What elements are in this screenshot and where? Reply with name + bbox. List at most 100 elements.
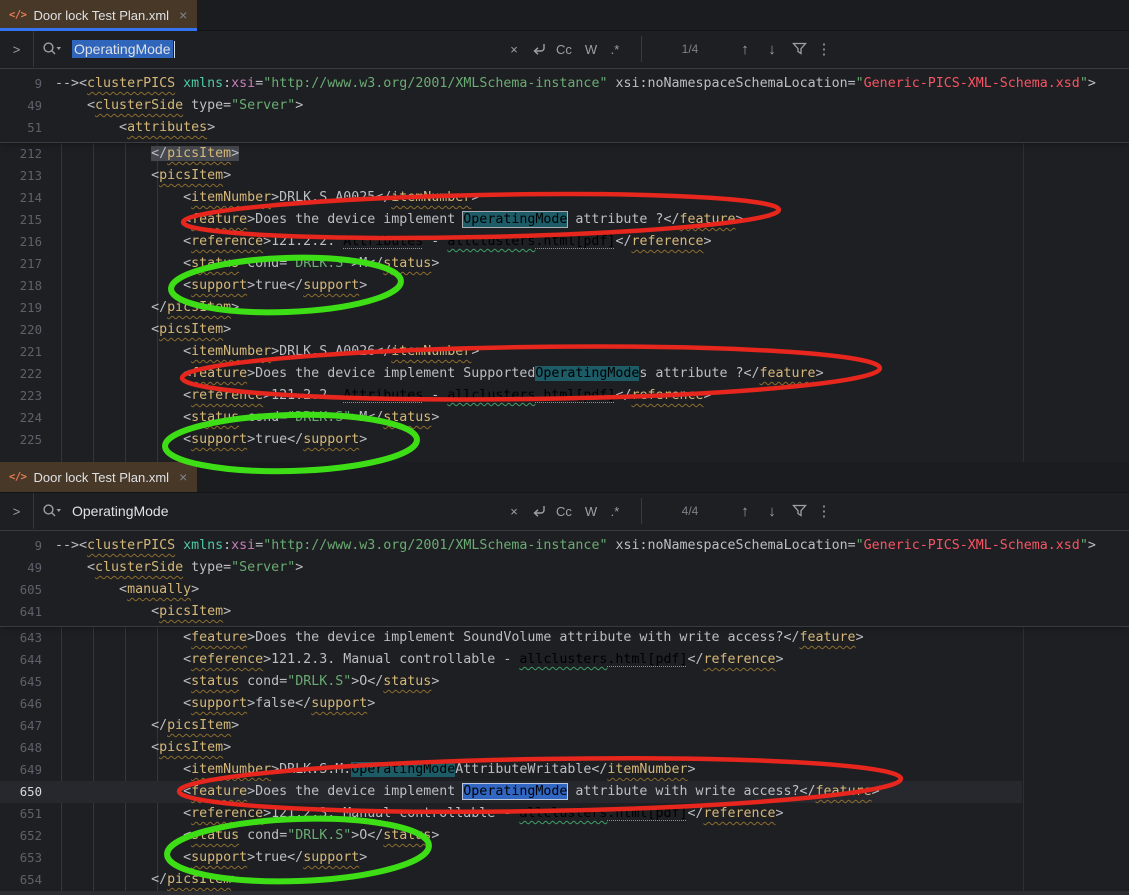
next-match-icon[interactable]: ↓ [761,31,783,67]
code-segment: = [848,76,856,91]
tab-close-icon[interactable]: × [179,8,187,22]
line-number[interactable]: 49 [0,95,55,117]
code-line[interactable]: 605 <manually> [0,579,1129,601]
line-number[interactable]: 9 [0,535,55,557]
tab-close-icon[interactable]: × [179,470,187,484]
next-match-icon[interactable]: ↓ [761,493,783,529]
code-line[interactable]: 224 <status cond="DRLK.S">M</status> [0,407,1129,429]
line-number[interactable]: 652 [0,825,55,847]
line-number[interactable]: 219 [0,297,55,319]
line-number[interactable]: 223 [0,385,55,407]
code-line[interactable]: 221 <itemNumber>DRLK.S.A0026</itemNumber… [0,341,1129,363]
code-line[interactable]: 217 <status cond="DRLK.S">M</status> [0,253,1129,275]
code-line[interactable]: 651 <reference>121.2.3. Manual controlla… [0,803,1129,825]
line-number[interactable]: 654 [0,869,55,891]
words-toggle[interactable]: W [580,493,602,529]
code-line[interactable]: 51 <attributes> [0,117,1129,139]
words-toggle[interactable]: W [580,31,602,67]
line-number[interactable]: 647 [0,715,55,737]
regex-toggle[interactable]: .* [604,31,626,67]
code-line[interactable]: 644 <reference>121.2.3. Manual controlla… [0,649,1129,671]
code-line[interactable]: 214 <itemNumber>DRLK.S.A0025</itemNumber… [0,187,1129,209]
line-number[interactable]: 643 [0,627,55,649]
line-number[interactable]: 215 [0,209,55,231]
newline-icon[interactable] [528,31,550,67]
code-line[interactable]: 646 <support>false</support> [0,693,1129,715]
code-line[interactable]: 218 <support>true</support> [0,275,1129,297]
editor-tab[interactable]: </> Door lock Test Plan.xml × [0,462,197,492]
match-case-toggle[interactable]: Cc [553,31,575,67]
line-number[interactable]: 214 [0,187,55,209]
search-icon[interactable] [42,503,62,519]
prev-match-icon[interactable]: ↑ [734,493,756,529]
code-line[interactable]: 49 <clusterSide type="Server"> [0,557,1129,579]
code-line[interactable]: 222 <feature>Does the device implement S… [0,363,1129,385]
line-number[interactable]: 222 [0,363,55,385]
line-number[interactable]: 49 [0,557,55,579]
code-line[interactable]: 9--><clusterPICS xmlns:xsi="http://www.w… [0,73,1129,95]
code-line[interactable]: 641 <picsItem> [0,601,1129,623]
code-line[interactable]: 654 </picsItem> [0,869,1129,891]
code-line[interactable]: 220 <picsItem> [0,319,1129,341]
editor-panel-top: </> Door lock Test Plan.xml × > Operatin… [0,0,1129,462]
line-number[interactable]: 650 [0,781,55,803]
code-line[interactable]: 648 <picsItem> [0,737,1129,759]
match-case-toggle[interactable]: Cc [553,493,575,529]
newline-icon[interactable] [528,493,550,529]
filter-icon[interactable] [788,31,810,67]
search-expand-icon[interactable]: > [0,31,34,67]
code-line[interactable]: 212 </picsItem> [0,143,1129,165]
line-number[interactable]: 218 [0,275,55,297]
code-line[interactable]: 215 <feature>Does the device implement O… [0,209,1129,231]
search-input[interactable]: OperatingMode [72,493,452,529]
line-number[interactable]: 648 [0,737,55,759]
line-number[interactable]: 225 [0,429,55,451]
more-options-icon[interactable]: ⋮ [813,31,835,67]
regex-toggle[interactable]: .* [604,493,626,529]
line-number[interactable]: 51 [0,117,55,139]
code-line[interactable]: 652 <status cond="DRLK.S">O</status> [0,825,1129,847]
editor-tab[interactable]: </> Door lock Test Plan.xml × [0,0,197,30]
code-segment: : [223,76,231,91]
line-number[interactable]: 605 [0,579,55,601]
line-number[interactable]: 649 [0,759,55,781]
line-number[interactable]: 224 [0,407,55,429]
code-segment: " [856,76,864,91]
clear-search-icon[interactable]: × [503,493,525,529]
code-segment: clusterSide [95,98,183,113]
clear-search-icon[interactable]: × [503,31,525,67]
code-line[interactable]: 649 <itemNumber>DRLK.S.M.OperatingModeAt… [0,759,1129,781]
line-number[interactable]: 641 [0,601,55,623]
line-number[interactable]: 213 [0,165,55,187]
line-number[interactable]: 653 [0,847,55,869]
line-number[interactable]: 220 [0,319,55,341]
line-number[interactable]: 644 [0,649,55,671]
line-number[interactable]: 645 [0,671,55,693]
search-expand-icon[interactable]: > [0,493,34,529]
search-input[interactable]: OperatingMode [72,31,452,67]
code-line[interactable]: 223 <reference>121.2.2. Attributes - all… [0,385,1129,407]
code-line[interactable]: 216 <reference>121.2.2. Attributes - all… [0,231,1129,253]
line-number[interactable]: 646 [0,693,55,715]
line-number[interactable]: 651 [0,803,55,825]
code-line[interactable]: 643 <feature>Does the device implement S… [0,627,1129,649]
code-line[interactable]: 645 <status cond="DRLK.S">O</status> [0,671,1129,693]
search-icon[interactable] [42,41,62,57]
code-segment: >M</ [351,256,383,271]
prev-match-icon[interactable]: ↑ [734,31,756,67]
line-number[interactable]: 9 [0,73,55,95]
more-options-icon[interactable]: ⋮ [813,493,835,529]
code-line[interactable]: 9--><clusterPICS xmlns:xsi="http://www.w… [0,535,1129,557]
code-line[interactable]: 653 <support>true</support> [0,847,1129,869]
line-number[interactable]: 221 [0,341,55,363]
filter-icon[interactable] [788,493,810,529]
line-number[interactable]: 216 [0,231,55,253]
code-line[interactable]: 219 </picsItem> [0,297,1129,319]
code-line[interactable]: 213 <picsItem> [0,165,1129,187]
code-line[interactable]: 49 <clusterSide type="Server"> [0,95,1129,117]
line-number[interactable]: 212 [0,143,55,165]
code-line[interactable]: 225 <support>true</support> [0,429,1129,451]
code-line[interactable]: 647 </picsItem> [0,715,1129,737]
line-number[interactable]: 217 [0,253,55,275]
code-line[interactable]: 650 <feature>Does the device implement O… [0,781,1129,803]
